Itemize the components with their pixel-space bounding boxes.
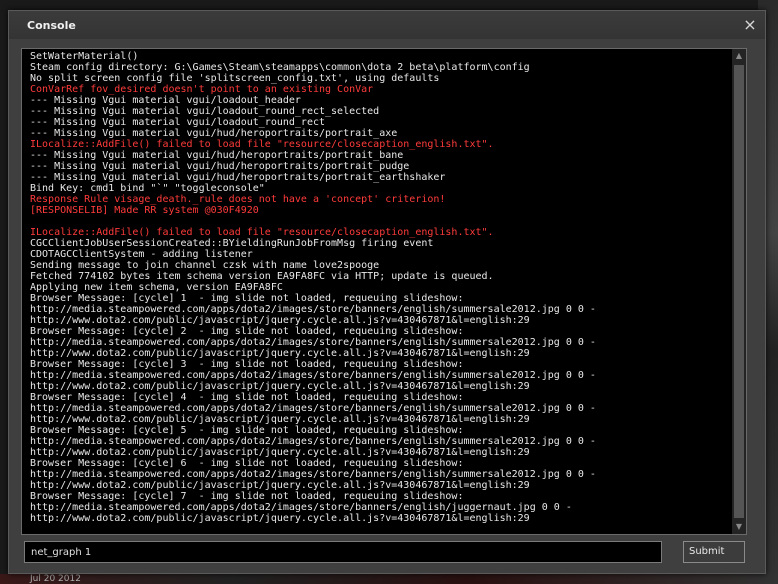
console-line: http://www.dota2.com/public/javascript/j… [30, 513, 530, 524]
console-line: http://media.steampowered.com/apps/dota2… [30, 337, 596, 348]
console-line: [RESPONSELIB] Made RR system @030F4920 [30, 205, 259, 216]
console-line: Fetched 774102 bytes item schema version… [30, 271, 494, 282]
console-line: CGCClientJobUserSessionCreated::BYieldin… [30, 238, 434, 249]
arrow-up-icon[interactable]: ▲ [732, 49, 746, 63]
background-footer [0, 574, 778, 584]
console-line: Sending message to join channel czsk wit… [30, 260, 380, 271]
console-line: http://www.dota2.com/public/javascript/j… [30, 348, 530, 359]
console-line: http://www.dota2.com/public/javascript/j… [30, 381, 530, 392]
console-line: --- Missing Vgui material vgui/hud/herop… [30, 161, 410, 172]
console-line: Browser Message: [cycle] 2 - img slide n… [30, 326, 464, 337]
console-scrollbar[interactable]: ▲ ▼ [732, 49, 746, 534]
console-line: Browser Message: [cycle] 1 - img slide n… [30, 293, 464, 304]
console-line: --- Missing Vgui material vgui/loadout_r… [30, 106, 380, 117]
console-line: --- Missing Vgui material vgui/hud/herop… [30, 150, 404, 161]
console-line: Response Rule visage_death._rule does no… [30, 194, 446, 205]
console-line: SetWaterMaterial() [30, 51, 139, 62]
console-line: Browser Message: [cycle] 3 - img slide n… [30, 359, 464, 370]
console-line: ILocalize::AddFile() failed to load file… [30, 227, 494, 238]
scrollbar-thumb[interactable] [734, 65, 744, 518]
console-log: SetWaterMaterial() Steam config directory… [30, 51, 730, 524]
console-line: --- Missing Vgui material vgui/hud/herop… [30, 128, 398, 139]
console-line: Bind Key: cmd1 bind "`" "toggleconsole" [30, 183, 265, 194]
console-line: Applying new item schema, version EA9FA8… [30, 282, 283, 293]
console-line: http://media.steampowered.com/apps/dota2… [30, 502, 572, 513]
arrow-down-icon[interactable]: ▼ [732, 520, 746, 534]
console-title: Console [27, 19, 76, 32]
console-line: --- Missing Vgui material vgui/hud/herop… [30, 172, 446, 183]
console-line: --- Missing Vgui material vgui/loadout_r… [30, 117, 326, 128]
console-window: Console × SetWaterMaterial() Steam config… [8, 10, 766, 574]
console-line: No split screen config file 'splitscreen… [30, 73, 440, 84]
close-icon[interactable]: × [741, 16, 759, 34]
console-line: Browser Message: [cycle] 6 - img slide n… [30, 458, 464, 469]
console-line: http://www.dota2.com/public/javascript/j… [30, 447, 530, 458]
console-line: Browser Message: [cycle] 5 - img slide n… [30, 425, 464, 436]
console-line: http://www.dota2.com/public/javascript/j… [30, 315, 530, 326]
console-command-input[interactable]: net_graph 1 [24, 541, 662, 563]
console-line: Browser Message: [cycle] 4 - img slide n… [30, 392, 464, 403]
console-line: http://www.dota2.com/public/javascript/j… [30, 414, 530, 425]
background-date: Jul 20 2012 [30, 574, 81, 584]
console-line: http://media.steampowered.com/apps/dota2… [30, 304, 596, 315]
console-line: http://media.steampowered.com/apps/dota2… [30, 469, 596, 480]
console-line: http://www.dota2.com/public/javascript/j… [30, 480, 530, 491]
console-line: CDOTAGCClientSystem - adding listener [30, 249, 253, 260]
console-line: Steam config directory: G:\Games\Steam\s… [30, 62, 530, 73]
console-line: http://media.steampowered.com/apps/dota2… [30, 436, 596, 447]
console-line: http://media.steampowered.com/apps/dota2… [30, 370, 596, 381]
console-line: http://media.steampowered.com/apps/dota2… [30, 403, 596, 414]
submit-button[interactable]: Submit [683, 541, 745, 563]
console-line: --- Missing Vgui material vgui/loadout_h… [30, 95, 301, 106]
console-output[interactable]: SetWaterMaterial() Steam config directory… [21, 48, 747, 535]
console-line: Browser Message: [cycle] 7 - img slide n… [30, 491, 464, 502]
console-line: ConVarRef fov_desired doesn't point to a… [30, 84, 374, 95]
console-line: ILocalize::AddFile() failed to load file… [30, 139, 494, 150]
console-titlebar[interactable]: Console × [9, 11, 765, 39]
